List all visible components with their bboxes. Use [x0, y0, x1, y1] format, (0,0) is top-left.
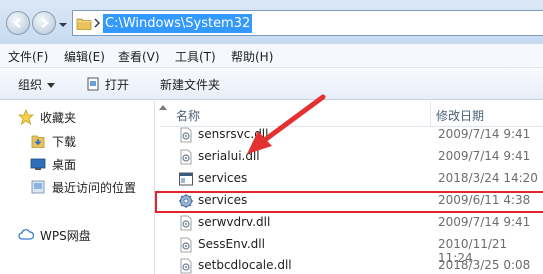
highlight-box — [155, 191, 543, 213]
file-name: setbcdlocale.dll — [198, 258, 292, 272]
recent-pages-dropdown-icon[interactable] — [58, 20, 68, 30]
command-toolbar: 组织 打开 新建文件夹 — [0, 68, 543, 100]
dll-file-icon — [180, 149, 192, 165]
file-row[interactable]: sensrsvc.dll 2009/7/14 9:41 — [160, 124, 543, 146]
menu-bar: 文件(F) 编辑(E) 查看(V) 工具(T) 帮助(H) — [0, 44, 543, 68]
open-label: 打开 — [105, 78, 130, 92]
open-button[interactable]: 打开 — [86, 76, 129, 93]
navigation-pane: 收藏夹 下载 桌面 最近访问的位置 WPS网盘 — [0, 101, 155, 274]
arrow-right-icon — [41, 18, 49, 28]
back-button[interactable] — [6, 11, 30, 35]
nav-wps-cloud[interactable]: WPS网盘 — [18, 227, 91, 245]
recent-places-icon — [31, 180, 45, 194]
nav-downloads-label: 下载 — [52, 135, 77, 149]
new-folder-button[interactable]: 新建文件夹 — [160, 76, 220, 93]
file-row[interactable]: serwvdrv.dll 2009/7/14 9:41 — [160, 212, 543, 234]
dll-file-icon — [180, 237, 192, 253]
menu-file[interactable]: 文件(F) — [8, 48, 48, 65]
file-date: 2009/7/14 9:41 — [438, 215, 531, 229]
address-bar-area: C:\Windows\System32 — [0, 0, 543, 44]
organize-label: 组织 — [18, 78, 43, 92]
dll-file-icon — [180, 215, 192, 231]
arrow-left-icon — [13, 18, 21, 28]
file-row[interactable]: SessEnv.dll 2010/11/21 11:24 — [160, 234, 543, 265]
nav-downloads[interactable]: 下载 — [30, 133, 76, 151]
organize-button[interactable]: 组织 — [18, 76, 56, 93]
menu-tools[interactable]: 工具(T) — [175, 48, 216, 65]
file-row[interactable]: serialui.dll 2009/7/14 9:41 — [160, 146, 543, 168]
column-name[interactable]: 名称 — [176, 107, 200, 124]
new-folder-label: 新建文件夹 — [160, 78, 221, 92]
dll-file-icon — [180, 258, 192, 274]
file-list: 名称 修改日期 sensrsvc.dll 2009/7/14 9:41 seri… — [160, 101, 543, 274]
star-icon — [18, 109, 34, 125]
file-name: SessEnv.dll — [198, 237, 265, 251]
breadcrumb-separator-icon — [94, 18, 100, 28]
nav-desktop[interactable]: 桌面 — [30, 156, 76, 174]
msc-file-icon — [179, 172, 193, 186]
file-date: 2018/3/24 14:20 — [438, 171, 538, 185]
file-name: services — [198, 171, 248, 185]
file-row[interactable]: setbcdlocale.dll 2018/3/25 0:08 — [160, 255, 543, 274]
forward-button[interactable] — [32, 11, 56, 35]
nav-wps-label: WPS网盘 — [40, 229, 91, 243]
file-name: serwvdrv.dll — [198, 215, 271, 229]
nav-favorites[interactable]: 收藏夹 — [18, 109, 76, 127]
file-name: sensrsvc.dll — [198, 127, 269, 141]
cloud-icon — [18, 229, 34, 240]
file-date: 2009/7/14 9:41 — [438, 127, 531, 141]
nav-desktop-label: 桌面 — [52, 158, 77, 172]
file-date: 2018/3/25 0:08 — [438, 258, 531, 272]
chevron-down-icon — [47, 83, 56, 88]
file-name: serialui.dll — [198, 149, 260, 163]
menu-help[interactable]: 帮助(H) — [231, 48, 273, 65]
desktop-icon — [30, 158, 46, 170]
nav-recent-label: 最近访问的位置 — [52, 181, 137, 195]
file-date: 2009/7/14 9:41 — [438, 149, 531, 163]
open-file-icon — [87, 77, 99, 91]
file-row[interactable]: services 2018/3/24 14:20 — [160, 168, 543, 190]
menu-edit[interactable]: 编辑(E) — [64, 48, 105, 65]
downloads-folder-icon — [31, 135, 45, 148]
address-field[interactable]: C:\Windows\System32 — [72, 10, 543, 36]
dll-file-icon — [180, 127, 192, 143]
folder-icon — [76, 18, 92, 30]
address-path[interactable]: C:\Windows\System32 — [103, 14, 253, 33]
menu-view[interactable]: 查看(V) — [118, 48, 160, 65]
nav-favorites-label: 收藏夹 — [40, 111, 77, 125]
column-date-modified[interactable]: 修改日期 — [436, 107, 484, 124]
nav-recent-places[interactable]: 最近访问的位置 — [30, 179, 136, 197]
